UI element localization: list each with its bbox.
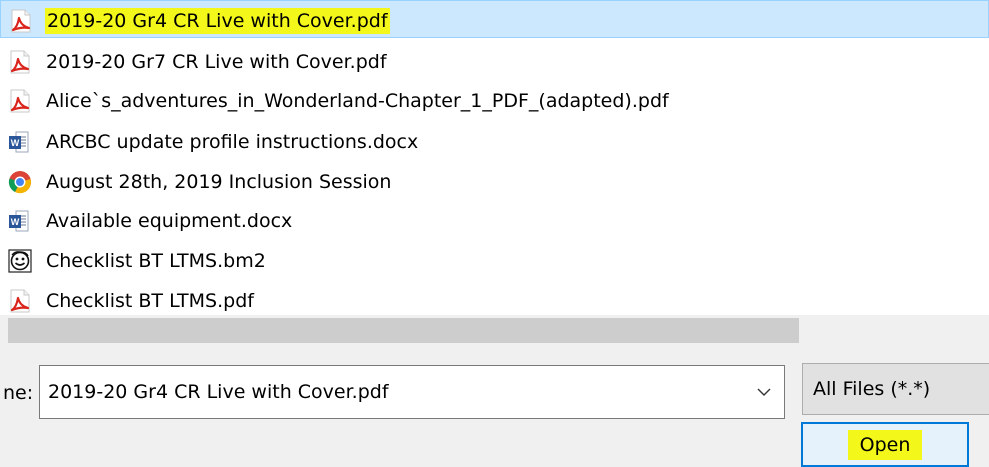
file-row[interactable]: Checklist BT LTMS.bm2 (0, 241, 989, 279)
file-row[interactable]: Checklist BT LTMS.pdf (0, 281, 989, 315)
open-button-label: Open (847, 429, 923, 460)
svg-text:W: W (11, 217, 20, 227)
file-row[interactable]: Alice`s_adventures_in_Wonderland-Chapter… (0, 81, 989, 119)
file-row[interactable]: W ARCBC update profile instructions.docx (0, 122, 989, 160)
dialog-bottom-panel: ne: 2019-20 Gr4 CR Live with Cover.pdf A… (0, 345, 989, 467)
horizontal-scrollbar[interactable] (0, 315, 989, 345)
open-button[interactable]: Open (801, 422, 969, 467)
file-type-value: All Files (*.*) (813, 378, 931, 400)
file-name: Checklist BT LTMS.pdf (46, 290, 254, 312)
file-row[interactable]: 2019-20 Gr7 CR Live with Cover.pdf (0, 42, 989, 80)
scrollbar-thumb[interactable] (8, 318, 799, 343)
file-name: August 28th, 2019 Inclusion Session (46, 171, 392, 193)
pdf-icon (8, 289, 32, 313)
file-row[interactable]: 2019-20 Gr4 CR Live with Cover.pdf (0, 0, 989, 38)
file-name: 2019-20 Gr7 CR Live with Cover.pdf (46, 51, 387, 73)
file-name-combobox[interactable]: 2019-20 Gr4 CR Live with Cover.pdf (39, 365, 785, 419)
pdf-icon (9, 9, 33, 33)
word-document-icon: W (8, 209, 32, 233)
chevron-down-icon[interactable] (744, 366, 784, 418)
file-type-select[interactable]: All Files (*.*) (802, 363, 989, 415)
boardmaker-icon (8, 249, 32, 273)
file-name: Available equipment.docx (46, 210, 293, 232)
file-row[interactable]: August 28th, 2019 Inclusion Session (0, 162, 989, 200)
file-name: 2019-20 Gr4 CR Live with Cover.pdf (45, 8, 390, 34)
pdf-icon (8, 50, 32, 74)
file-name: Alice`s_adventures_in_Wonderland-Chapter… (46, 90, 669, 112)
file-row[interactable]: W Available equipment.docx (0, 201, 989, 239)
chrome-icon (8, 170, 32, 194)
file-name: ARCBC update profile instructions.docx (46, 131, 419, 153)
file-name-label: ne: (3, 382, 34, 404)
pdf-icon (8, 89, 32, 113)
svg-text:W: W (11, 138, 20, 148)
file-name: Checklist BT LTMS.bm2 (46, 250, 266, 272)
word-document-icon: W (8, 130, 32, 154)
file-list[interactable]: 2019-20 Gr4 CR Live with Cover.pdf 2019-… (0, 0, 989, 315)
file-name-input[interactable]: 2019-20 Gr4 CR Live with Cover.pdf (48, 380, 389, 404)
